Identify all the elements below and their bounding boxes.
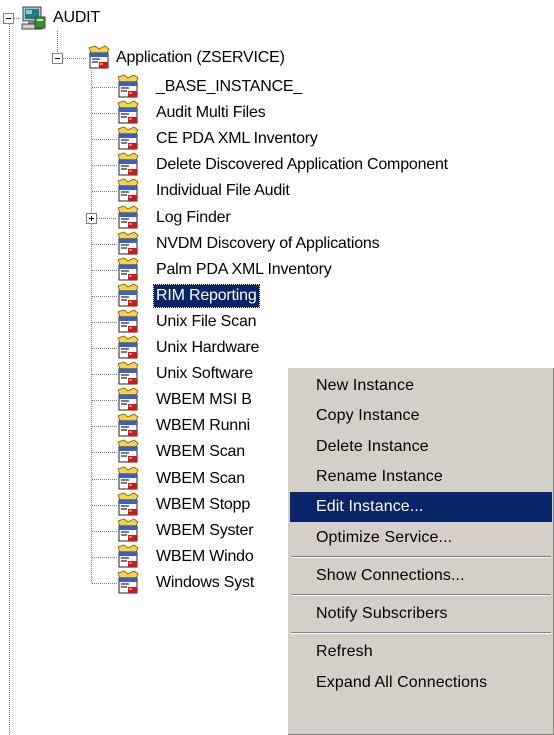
menu-item-rename-instance[interactable]: Rename Instance: [290, 462, 552, 492]
tree-item-label: Delete Discovered Application Component: [156, 156, 448, 173]
service-instance-icon: [115, 257, 141, 283]
tree-item-label: WBEM Stopp: [156, 496, 251, 513]
tree-item-label: Palm PDA XML Inventory: [156, 261, 332, 278]
service-instance-icon: [115, 387, 141, 413]
service-instance-icon: [115, 466, 141, 492]
tree-item-label: Unix Hardware: [156, 339, 260, 356]
collapse-minus-icon[interactable]: [52, 53, 63, 64]
tree-item-unix-file-scan[interactable]: Unix File Scan: [0, 309, 554, 335]
tree-item-label: Audit Multi Files: [156, 104, 266, 121]
context-menu: New Instance Copy Instance Delete Instance…: [287, 367, 554, 735]
service-instance-icon: [115, 283, 141, 309]
tree-item-palm-pda-xml-inventory[interactable]: Palm PDA XML Inventory: [0, 257, 554, 283]
service-instance-icon: [115, 74, 141, 100]
tree-item-label: WBEM Windo: [156, 548, 254, 565]
tree-item-audit[interactable]: AUDIT: [0, 5, 554, 31]
tree-item-label: Individual File Audit: [156, 182, 290, 199]
menu-item-edit-instance[interactable]: Edit Instance...: [290, 492, 552, 523]
menu-item-copy-instance[interactable]: Copy Instance: [290, 401, 552, 431]
tree-item-individual-file-audit[interactable]: Individual File Audit: [0, 178, 554, 204]
tree-item-log-finder[interactable]: Log Finder: [0, 205, 554, 231]
tree-item-label: WBEM Syster: [156, 522, 254, 539]
service-instance-icon: [115, 439, 141, 465]
service-instance-icon: [115, 152, 141, 178]
service-instance-icon: [115, 570, 141, 596]
tree-item-label: Application (ZSERVICE): [116, 49, 285, 66]
menu-separator: [291, 594, 551, 597]
tree-item-audit-multi-files[interactable]: Audit Multi Files: [0, 100, 554, 126]
service-instance-icon: [115, 335, 141, 361]
tree-item-application-zservice[interactable]: Application (ZSERVICE): [0, 45, 554, 71]
menu-separator: [291, 632, 551, 635]
service-instance-icon: [115, 205, 141, 231]
tree-item-label: RIM Reporting: [153, 284, 260, 308]
tree-item-rim-reporting[interactable]: RIM Reporting: [0, 283, 554, 309]
service-instance-icon: [115, 413, 141, 439]
service-instance-icon: [115, 518, 141, 544]
service-package-icon: [86, 45, 112, 71]
menu-separator: [291, 555, 551, 558]
menu-item-show-connections[interactable]: Show Connections...: [290, 561, 552, 591]
menu-item-delete-instance[interactable]: Delete Instance: [290, 432, 552, 462]
audit-computer-icon: [20, 5, 46, 31]
tree-item-label: NVDM Discovery of Applications: [156, 235, 380, 252]
tree-item-label: CE PDA XML Inventory: [156, 130, 318, 147]
tree-item-label: WBEM Scan: [156, 470, 245, 487]
service-instance-icon: [115, 231, 141, 257]
service-instance-icon: [115, 492, 141, 518]
menu-item-expand-all-connections[interactable]: Expand All Connections: [290, 668, 552, 698]
service-instance-icon: [115, 361, 141, 387]
service-instance-icon: [115, 126, 141, 152]
expand-plus-icon[interactable]: [86, 213, 97, 224]
tree-item-label: Log Finder: [156, 209, 231, 226]
tree-item-label: AUDIT: [53, 9, 101, 26]
tree-item-base-instance[interactable]: _BASE_INSTANCE_: [0, 74, 554, 100]
service-instance-icon: [115, 100, 141, 126]
tree-item-unix-hardware[interactable]: Unix Hardware: [0, 335, 554, 361]
tree-item-ce-pda-xml-inventory[interactable]: CE PDA XML Inventory: [0, 126, 554, 152]
tree-item-label: Windows Syst: [156, 574, 255, 591]
tree-item-nvdm-discovery-of-applications[interactable]: NVDM Discovery of Applications: [0, 231, 554, 257]
menu-item-optimize-service[interactable]: Optimize Service...: [290, 523, 552, 553]
tree-item-delete-discovered-application-component[interactable]: Delete Discovered Application Component: [0, 152, 554, 178]
menu-item-refresh[interactable]: Refresh: [290, 637, 552, 667]
service-instance-icon: [115, 544, 141, 570]
tree-item-label: WBEM Scan: [156, 443, 245, 460]
tree-item-label: Unix Software: [156, 365, 253, 382]
tree-item-label: Unix File Scan: [156, 313, 257, 330]
tree-item-label: WBEM MSI B: [156, 391, 252, 408]
collapse-minus-icon[interactable]: [3, 13, 14, 24]
tree-item-label: WBEM Runni: [156, 417, 251, 434]
tree-item-label: _BASE_INSTANCE_: [156, 78, 303, 95]
menu-item-new-instance[interactable]: New Instance: [290, 371, 552, 401]
menu-item-notify-subscribers[interactable]: Notify Subscribers: [290, 599, 552, 629]
service-instance-icon: [115, 309, 141, 335]
service-instance-icon: [115, 178, 141, 204]
